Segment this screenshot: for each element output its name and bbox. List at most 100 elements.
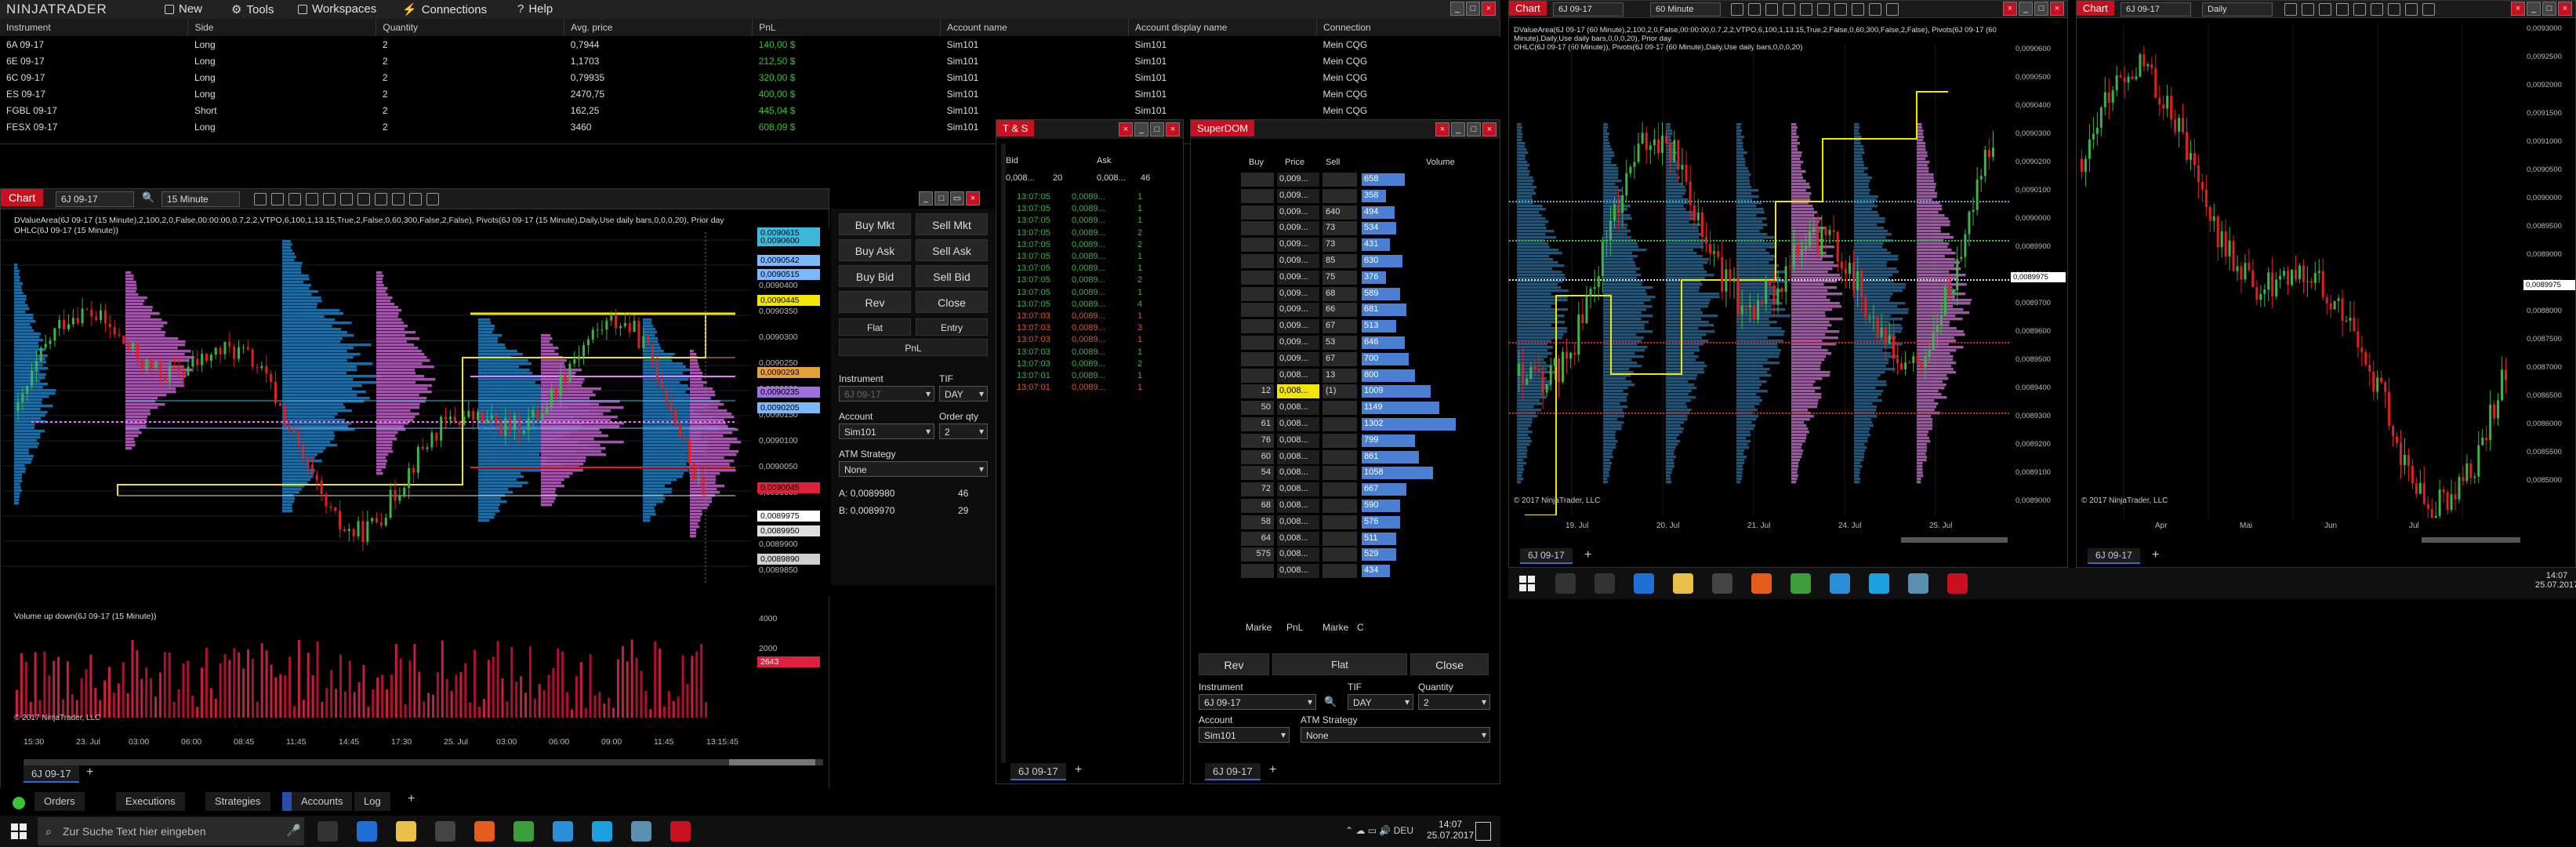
- chart3-tab[interactable]: Chart: [2077, 1, 2114, 16]
- chart2-scrollbar[interactable]: [1901, 537, 2008, 543]
- taskbar-app-icon[interactable]: [474, 821, 495, 842]
- sell-mkt-button[interactable]: Sell Mkt: [916, 213, 988, 235]
- column-header[interactable]: Account display name: [1128, 19, 1317, 36]
- dom-sell-cell[interactable]: [1322, 433, 1357, 448]
- account-select[interactable]: Sim101: [839, 424, 934, 439]
- tif-select[interactable]: DAY: [939, 386, 988, 402]
- chart2-interval-select[interactable]: 60 Minute: [1650, 2, 1721, 16]
- close-icon[interactable]: ×: [2558, 2, 2572, 16]
- sell-bid-button[interactable]: Sell Bid: [916, 265, 988, 287]
- taskbar-app-icon[interactable]: [631, 821, 651, 842]
- close-icon[interactable]: ×: [1119, 122, 1133, 136]
- chart-trader-icon[interactable]: [1852, 3, 1864, 16]
- minimize-icon[interactable]: _: [1450, 2, 1464, 16]
- taskbar-app-icon[interactable]: [1751, 573, 1772, 594]
- taskbar-app-icon[interactable]: [1595, 573, 1615, 594]
- dom-buy-cell[interactable]: 64: [1241, 531, 1274, 546]
- close-icon[interactable]: ×: [2003, 2, 2017, 16]
- tab-log[interactable]: Log: [354, 792, 390, 811]
- taskbar-app-icon[interactable]: [317, 821, 338, 842]
- taskbar-app-icon[interactable]: [1830, 573, 1850, 594]
- properties-icon[interactable]: [1869, 3, 1881, 16]
- dom-buy-cell[interactable]: 60: [1241, 449, 1274, 464]
- dom-buy-cell[interactable]: [1241, 351, 1274, 366]
- taskbar-app-icon[interactable]: [1555, 573, 1576, 594]
- dom-sell-cell[interactable]: 75: [1322, 270, 1357, 285]
- dom-row[interactable]: 0,009... 68 589: [1241, 286, 1500, 302]
- snapshot-icon[interactable]: [1886, 3, 1899, 16]
- dom-quantity-stepper[interactable]: 2: [1418, 694, 1490, 710]
- dom-buy-cell[interactable]: [1241, 564, 1274, 579]
- taskbar-search-input[interactable]: Zur Suche Text hier eingeben: [38, 817, 304, 845]
- dom-sell-cell[interactable]: [1322, 417, 1357, 431]
- dom-row[interactable]: 76 0,008... 799: [1241, 433, 1500, 449]
- strategies-icon[interactable]: [2371, 3, 2383, 16]
- dom-sell-cell[interactable]: [1322, 482, 1357, 497]
- dom-buy-cell[interactable]: 76: [1241, 433, 1274, 448]
- chart3-scrollbar[interactable]: [2422, 537, 2520, 543]
- crosshair-icon[interactable]: [2336, 3, 2349, 16]
- buy-mkt-button[interactable]: Buy Mkt: [839, 213, 911, 235]
- table-row[interactable]: ES 09-17 Long 2 2470,75 400,00 $ Sim101 Sim101…: [0, 85, 1500, 102]
- menu-workspaces[interactable]: Workspaces: [298, 2, 376, 16]
- dom-row[interactable]: 0,009... 85 630: [1241, 253, 1500, 269]
- dom-buy-cell[interactable]: [1241, 270, 1274, 285]
- add-tab-icon[interactable]: +: [1269, 763, 1276, 777]
- dom-row[interactable]: 58 0,008... 576: [1241, 514, 1500, 530]
- chart1-scrollbar[interactable]: [24, 759, 823, 765]
- close-icon[interactable]: ×: [1482, 122, 1497, 136]
- close-icon[interactable]: ×: [966, 191, 980, 205]
- draw-icon[interactable]: [1748, 3, 1761, 16]
- close-icon[interactable]: ×: [1482, 2, 1496, 16]
- taskbar-app-icon[interactable]: [592, 821, 612, 842]
- dom-sell-cell[interactable]: 85: [1322, 254, 1357, 268]
- dom-row[interactable]: 0,009... 75 376: [1241, 270, 1500, 285]
- indicators-icon[interactable]: [1817, 3, 1830, 16]
- chart3-interval-select[interactable]: Daily: [2202, 2, 2273, 16]
- properties-icon[interactable]: [392, 193, 405, 205]
- dom-sell-cell[interactable]: 53: [1322, 336, 1357, 350]
- buy-ask-button[interactable]: Buy Ask: [839, 239, 911, 261]
- maximize-icon[interactable]: □: [1150, 122, 1164, 136]
- add-tab-icon[interactable]: +: [408, 792, 415, 806]
- dom-row[interactable]: 60 0,008... 861: [1241, 449, 1500, 465]
- dom-sell-cell[interactable]: [1322, 173, 1357, 187]
- minimize-icon[interactable]: _: [1451, 122, 1465, 136]
- dom-buy-cell[interactable]: [1241, 336, 1274, 350]
- dom-row[interactable]: 0,009... 640 494: [1241, 205, 1500, 220]
- dom-buy-cell[interactable]: [1241, 254, 1274, 268]
- dom-account-select[interactable]: Sim101: [1199, 727, 1290, 743]
- taskbar-app-icon[interactable]: [1712, 573, 1732, 594]
- dom-reverse-button[interactable]: Rev: [1199, 653, 1269, 675]
- dom-buy-cell[interactable]: [1241, 238, 1274, 253]
- dom-row[interactable]: 0,009... 67 700: [1241, 351, 1500, 367]
- dom-buy-cell[interactable]: 50: [1241, 401, 1274, 416]
- dom-row[interactable]: 0,009... 73 534: [1241, 220, 1500, 236]
- crosshair-icon[interactable]: [1800, 3, 1812, 16]
- indicators-icon[interactable]: [340, 193, 353, 205]
- dom-sell-cell[interactable]: 68: [1322, 286, 1357, 301]
- dom-sell-cell[interactable]: 66: [1322, 303, 1357, 318]
- tab-orders[interactable]: Orders: [34, 792, 85, 811]
- instrument-select[interactable]: 6J 09-17: [839, 386, 934, 402]
- snapshot-icon[interactable]: [2422, 3, 2435, 16]
- dom-sell-cell[interactable]: [1322, 564, 1357, 579]
- dom-buy-cell[interactable]: 72: [1241, 482, 1274, 497]
- taskbar-app-icon[interactable]: [1947, 573, 1968, 594]
- dom-row[interactable]: 0,009... 658: [1241, 172, 1500, 187]
- chart2-instrument-select[interactable]: 6J 09-17: [1553, 2, 1624, 16]
- dom-row[interactable]: 0,008... 13 800: [1241, 368, 1500, 384]
- taskbar-app-icon[interactable]: [357, 821, 377, 842]
- dom-row[interactable]: 50 0,008... 1149: [1241, 400, 1500, 416]
- taskbar-app-icon[interactable]: [1908, 573, 1928, 594]
- tab-accounts[interactable]: Accounts: [292, 792, 353, 811]
- taskbar-app-icon[interactable]: [1673, 573, 1693, 594]
- maximize-icon[interactable]: □: [2034, 2, 2048, 16]
- chart1-instrument-tab[interactable]: 6J 09-17: [24, 765, 79, 783]
- table-row[interactable]: FGBL 09-17 Short 2 162,25 445,04 $ Sim101 Sim1…: [0, 102, 1500, 118]
- dom-sell-cell[interactable]: 73: [1322, 238, 1357, 253]
- dom-market-sell[interactable]: Marke: [1322, 622, 1348, 633]
- sell-ask-button[interactable]: Sell Ask: [916, 239, 988, 261]
- minimize-icon[interactable]: _: [1134, 122, 1148, 136]
- dom-row[interactable]: 0,008... 434: [1241, 563, 1500, 579]
